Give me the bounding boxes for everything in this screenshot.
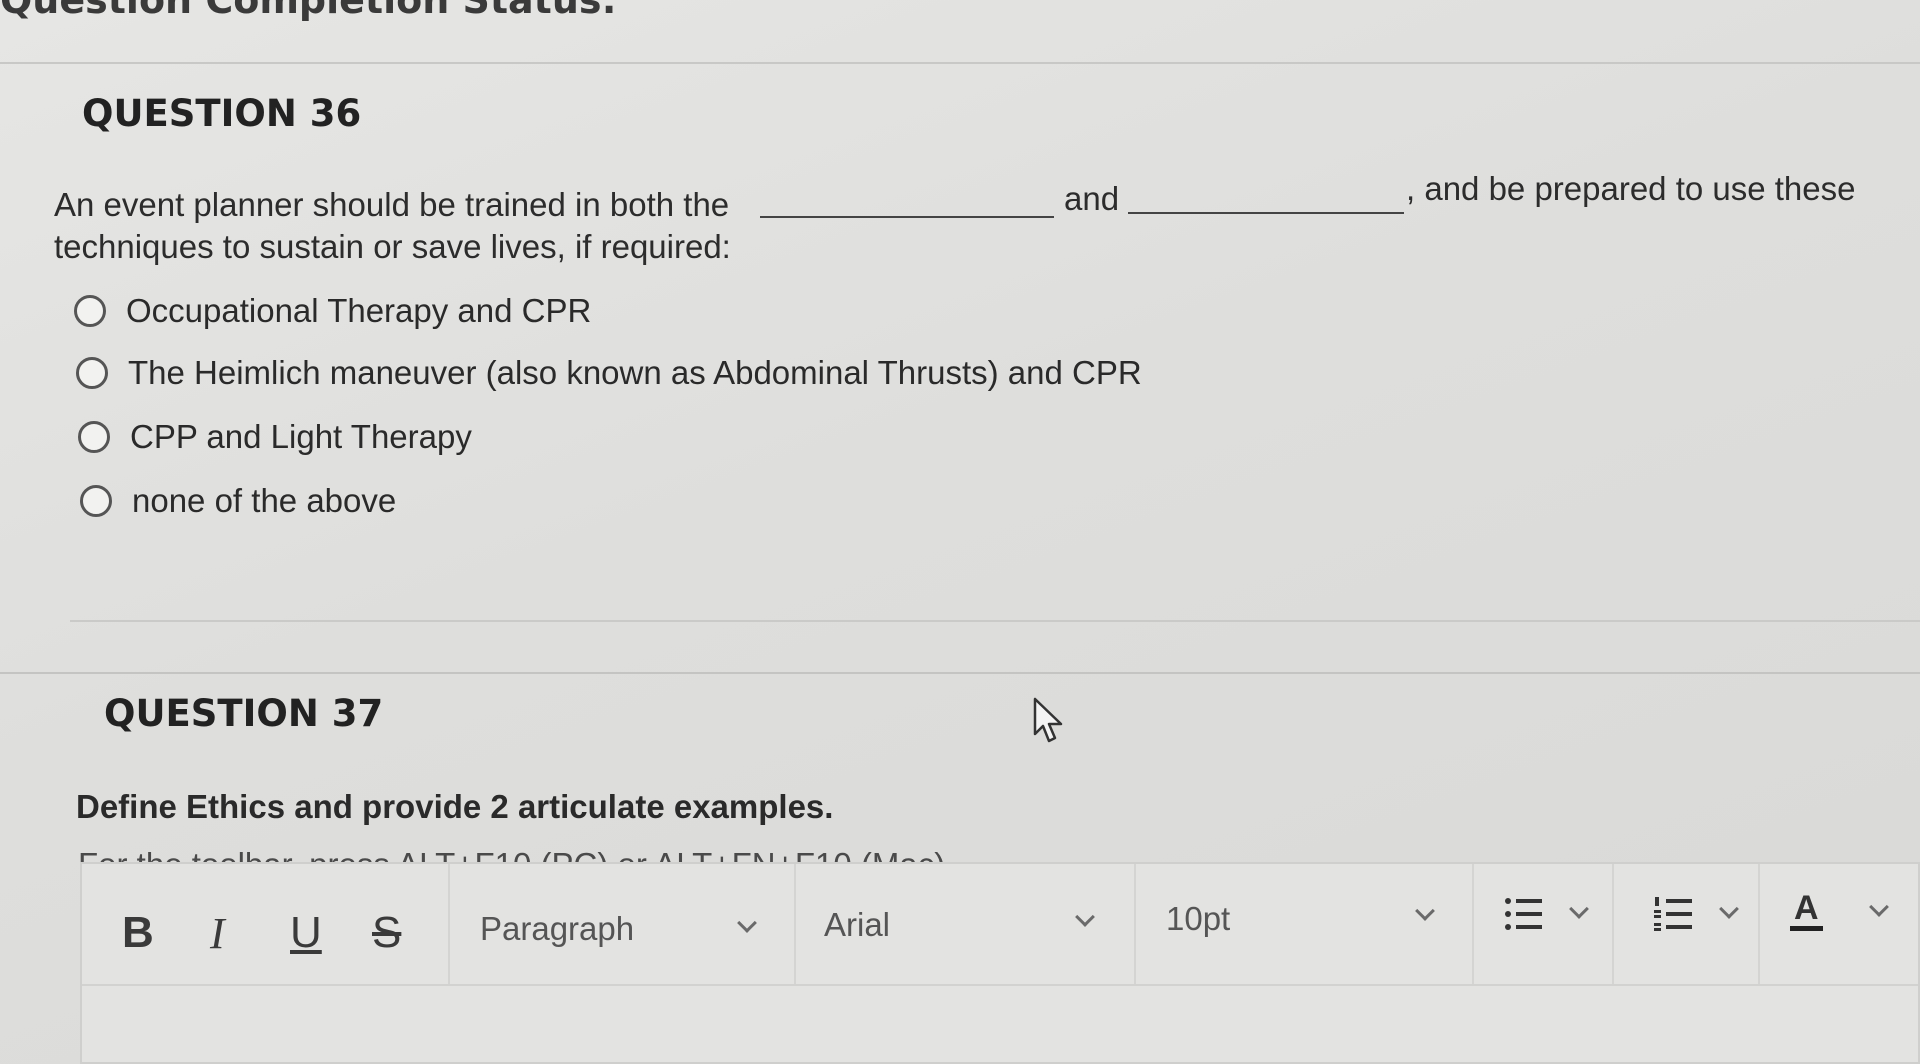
font-family-select[interactable]: Arial [824, 906, 890, 944]
answer-option-2[interactable]: The Heimlich maneuver (also known as Abd… [76, 354, 1142, 392]
toolbar-separator [1758, 864, 1760, 984]
question-completion-heading: Question Completion Status: [0, 0, 617, 22]
page: Question Completion Status: QUESTION 36 … [0, 0, 1920, 1064]
question-36-title: QUESTION 36 [82, 92, 362, 135]
top-divider [0, 62, 1920, 64]
chevron-down-icon[interactable] [1569, 899, 1589, 919]
chevron-down-icon[interactable] [1719, 899, 1739, 919]
blank-line-1 [760, 216, 1054, 218]
numbered-list-icon[interactable] [1652, 892, 1696, 936]
question-36-text-and: and [1064, 180, 1120, 217]
strikethrough-button[interactable]: S [372, 908, 401, 958]
mouse-cursor-icon [1033, 697, 1063, 743]
editor-toolbar: B I U S Paragraph Arial 10pt A [82, 864, 1918, 986]
underline-button[interactable]: U [290, 908, 322, 958]
answer-option-label: Occupational Therapy and CPR [126, 292, 592, 329]
radio-icon[interactable] [78, 421, 110, 453]
toolbar-separator [1134, 864, 1136, 984]
chevron-down-icon[interactable] [1869, 897, 1889, 917]
radio-icon[interactable] [80, 485, 112, 517]
chevron-down-icon[interactable] [1415, 901, 1435, 921]
bullet-list-icon[interactable] [1502, 892, 1546, 936]
question-36-text-part1: An event planner should be trained in bo… [54, 186, 730, 223]
question-divider [70, 620, 1920, 622]
answer-option-label: CPP and Light Therapy [130, 418, 472, 455]
answer-option-1[interactable]: Occupational Therapy and CPR [74, 292, 591, 330]
toolbar-separator [1472, 864, 1474, 984]
toolbar-separator [448, 864, 450, 984]
rich-text-editor[interactable]: B I U S Paragraph Arial 10pt A [80, 862, 1920, 1064]
answer-option-3[interactable]: CPP and Light Therapy [78, 418, 472, 456]
radio-icon[interactable] [76, 357, 108, 389]
font-size-select[interactable]: 10pt [1166, 900, 1230, 938]
answer-option-label: none of the above [132, 482, 397, 519]
section-divider [0, 672, 1920, 674]
question-37-prompt: Define Ethics and provide 2 articulate e… [76, 788, 834, 825]
blank-line-2 [1128, 212, 1404, 214]
answer-option-4[interactable]: none of the above [80, 482, 396, 520]
paragraph-format-select[interactable]: Paragraph [480, 910, 634, 948]
chevron-down-icon[interactable] [1075, 907, 1095, 927]
question-36-text-part2: , and be prepared to use these [1406, 170, 1856, 207]
text-color-icon[interactable]: A [1790, 890, 1823, 931]
chevron-down-icon[interactable] [737, 913, 757, 933]
question-37-title: QUESTION 37 [104, 692, 384, 735]
toolbar-separator [1612, 864, 1614, 984]
question-36-text-line2: techniques to sustain or save lives, if … [54, 228, 731, 265]
answer-option-label: The Heimlich maneuver (also known as Abd… [128, 354, 1142, 391]
italic-button[interactable]: I [210, 908, 225, 959]
bold-button[interactable]: B [122, 908, 154, 958]
radio-icon[interactable] [74, 295, 106, 327]
toolbar-separator [794, 864, 796, 984]
